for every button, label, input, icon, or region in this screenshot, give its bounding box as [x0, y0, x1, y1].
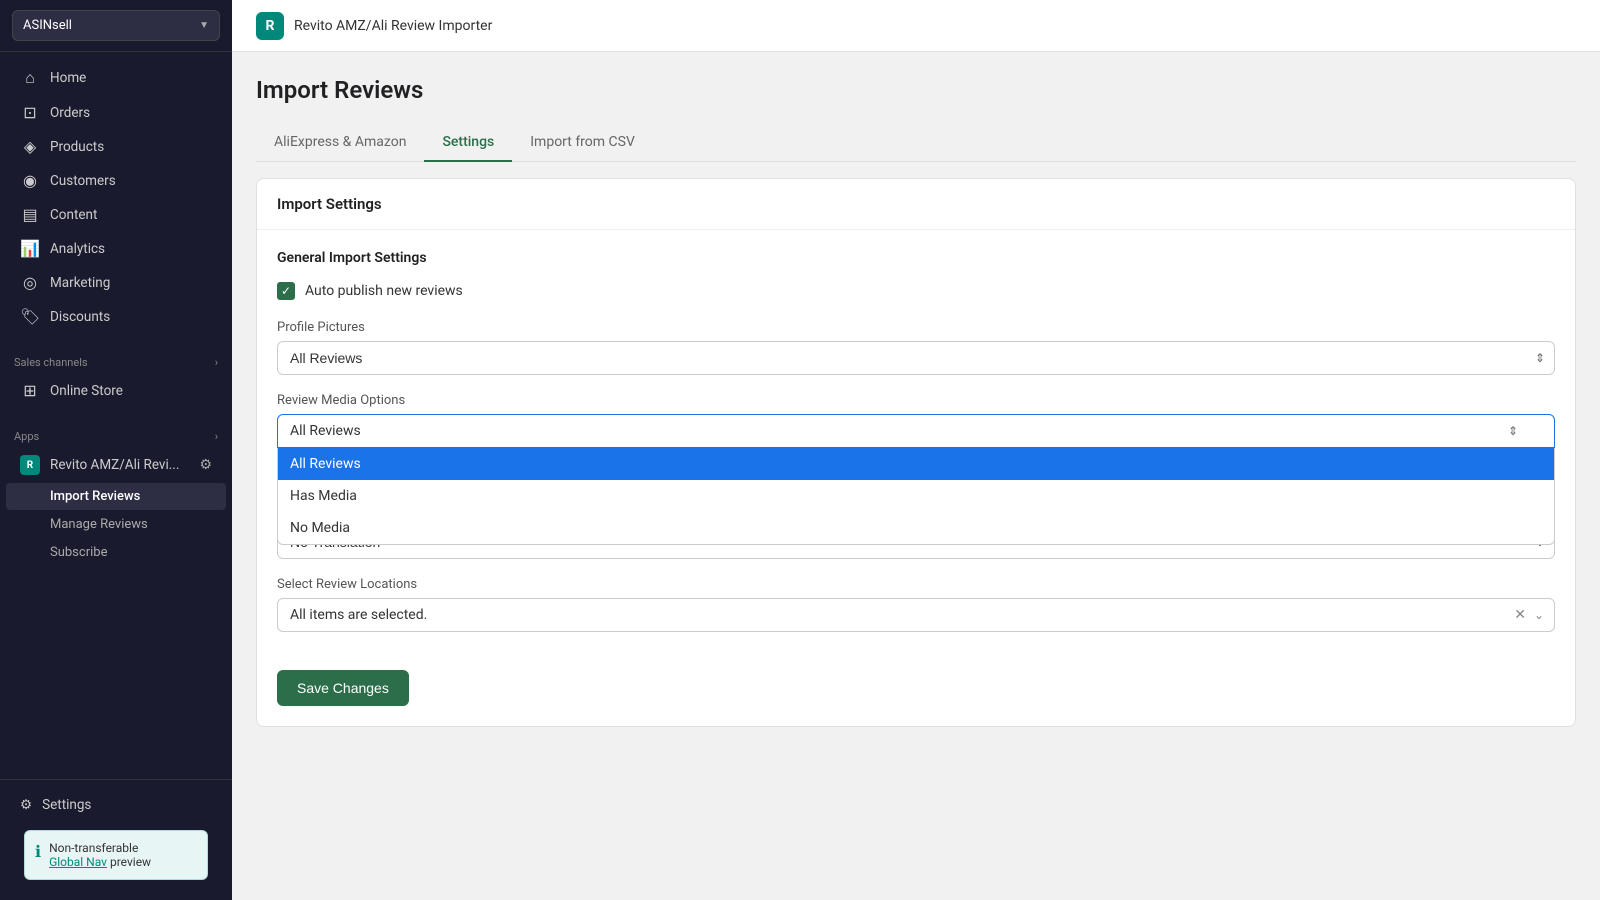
profile-pictures-select-wrapper: All Reviews ⇕	[277, 341, 1555, 375]
page-tabs: AliExpress & Amazon Settings Import from…	[256, 124, 1576, 162]
analytics-icon: 📊	[20, 239, 40, 258]
check-icon: ✓	[281, 285, 291, 297]
dropdown-option-has-media[interactable]: Has Media	[278, 480, 1554, 512]
sidebar-footer: ⚙ Settings ℹ Non-transferable Global Nav…	[0, 779, 232, 900]
orders-icon: ⊡	[20, 103, 40, 122]
sidebar-item-settings[interactable]: ⚙ Settings	[12, 790, 220, 820]
review-locations-select[interactable]: All items are selected. ✕ ⌄	[277, 598, 1555, 632]
nav-customers-label: Customers	[50, 173, 116, 189]
review-locations-label: Select Review Locations	[277, 577, 1555, 592]
dropdown-option-no-media[interactable]: No Media	[278, 512, 1554, 544]
review-media-value: All Reviews	[290, 423, 361, 439]
profile-pictures-select[interactable]: All Reviews	[277, 341, 1555, 375]
info-icon: ℹ	[35, 842, 41, 869]
dropdown-option-all-reviews[interactable]: All Reviews	[278, 448, 1554, 480]
auto-publish-row: ✓ Auto publish new reviews	[277, 282, 1555, 300]
tab-settings[interactable]: Settings	[424, 124, 512, 162]
sidebar-item-import-reviews[interactable]: Import Reviews	[6, 483, 226, 510]
profile-pictures-group: Profile Pictures All Reviews ⇕	[277, 320, 1555, 375]
nav-discounts-label: Discounts	[50, 309, 110, 325]
nav-orders-label: Orders	[50, 105, 90, 121]
nav-content-label: Content	[50, 207, 97, 223]
review-media-dropdown: All Reviews ⇕ All Reviews Has Media No M…	[277, 414, 1555, 448]
sidebar-item-marketing[interactable]: ◎ Marketing	[6, 266, 226, 299]
revito-app-icon: R	[20, 455, 40, 475]
online-store-icon: ⊞	[20, 381, 40, 400]
sidebar-item-subscribe[interactable]: Subscribe	[6, 539, 226, 566]
profile-pictures-label: Profile Pictures	[277, 320, 1555, 335]
revito-app-settings-icon[interactable]: ⚙	[199, 457, 212, 473]
customers-icon: ◉	[20, 171, 40, 190]
apps-chevron-icon: ›	[215, 430, 218, 443]
apps-section: Apps › R Revito AMZ/Ali Revi... ⚙ Import…	[0, 416, 232, 575]
sales-channels-label: Sales channels	[14, 356, 88, 369]
settings-label: Settings	[42, 797, 91, 813]
card-title: Import Settings	[277, 195, 1555, 213]
review-media-label: Review Media Options	[277, 393, 1555, 408]
review-media-dropdown-list: All Reviews Has Media No Media	[277, 448, 1555, 545]
revito-app-label: Revito AMZ/Ali Revi...	[50, 457, 179, 473]
sales-channels-section: Sales channels › ⊞ Online Store	[0, 342, 232, 416]
apps-label: Apps	[14, 430, 39, 443]
banner-suffix: preview	[107, 855, 151, 869]
store-chevron-icon: ▼	[199, 20, 209, 31]
store-selector[interactable]: ASINsell ▼	[12, 10, 220, 41]
location-clear-icon[interactable]: ✕	[1514, 607, 1526, 623]
global-nav-banner: ℹ Non-transferable Global Nav preview	[24, 830, 208, 880]
app-logo: R	[256, 12, 284, 40]
location-value: All items are selected.	[290, 607, 427, 623]
banner-text: Non-transferable	[49, 841, 138, 855]
app-sub-nav: Import Reviews Manage Reviews Subscribe	[0, 483, 232, 566]
review-media-arrow-icon: ⇕	[1508, 424, 1518, 438]
sidebar-item-discounts[interactable]: 🏷 Discounts	[6, 300, 226, 333]
main-content: R Revito AMZ/Ali Review Importer Import …	[232, 0, 1600, 900]
save-changes-button[interactable]: Save Changes	[277, 670, 409, 706]
nav-analytics-label: Analytics	[50, 241, 105, 257]
home-icon: ⌂	[20, 68, 40, 88]
nav-home-label: Home	[50, 70, 86, 86]
page-title: Import Reviews	[256, 76, 1576, 104]
tab-aliexpress-amazon[interactable]: AliExpress & Amazon	[256, 124, 424, 162]
sidebar-item-orders[interactable]: ⊡ Orders	[6, 96, 226, 129]
revito-app-parent: R Revito AMZ/Ali Revi... ⚙	[6, 448, 226, 482]
sidebar-item-online-store[interactable]: ⊞ Online Store	[6, 374, 226, 407]
sidebar-header: ASINsell ▼	[0, 0, 232, 52]
main-nav: ⌂ Home ⊡ Orders ◈ Products ◉ Customers ▤…	[0, 52, 232, 342]
sidebar-item-content[interactable]: ▤ Content	[6, 198, 226, 231]
page-content-area: Import Reviews AliExpress & Amazon Setti…	[232, 52, 1600, 900]
sales-channels-chevron-icon: ›	[215, 356, 218, 369]
marketing-icon: ◎	[20, 273, 40, 292]
sidebar-item-home[interactable]: ⌂ Home	[6, 61, 226, 95]
app-topbar-title: Revito AMZ/Ali Review Importer	[294, 18, 492, 34]
card-header: Import Settings	[257, 179, 1575, 230]
settings-icon: ⚙	[20, 797, 32, 813]
nav-products-label: Products	[50, 139, 104, 155]
sidebar-item-manage-reviews[interactable]: Manage Reviews	[6, 511, 226, 538]
review-media-group: Review Media Options All Reviews ⇕ All R…	[277, 393, 1555, 448]
sidebar-item-customers[interactable]: ◉ Customers	[6, 164, 226, 197]
auto-publish-label: Auto publish new reviews	[305, 283, 463, 299]
sidebar-item-analytics[interactable]: 📊 Analytics	[6, 232, 226, 265]
app-topbar: R Revito AMZ/Ali Review Importer	[232, 0, 1600, 52]
import-settings-card: Import Settings General Import Settings …	[256, 178, 1576, 727]
review-locations-group: Select Review Locations All items are se…	[277, 577, 1555, 632]
content-icon: ▤	[20, 205, 40, 224]
card-body: General Import Settings ✓ Auto publish n…	[257, 230, 1575, 726]
sidebar: ASINsell ▼ ⌂ Home ⊡ Orders ◈ Products ◉ …	[0, 0, 232, 900]
discounts-icon: 🏷	[20, 307, 40, 326]
location-chevron-icon[interactable]: ⌄	[1534, 608, 1544, 622]
tab-import-csv[interactable]: Import from CSV	[512, 124, 653, 162]
nav-online-store-label: Online Store	[50, 383, 123, 399]
general-section-title: General Import Settings	[277, 250, 1555, 266]
location-actions: ✕ ⌄	[1514, 607, 1544, 623]
auto-publish-checkbox[interactable]: ✓	[277, 282, 295, 300]
nav-marketing-label: Marketing	[50, 275, 110, 291]
global-nav-link[interactable]: Global Nav	[49, 855, 107, 869]
review-media-trigger[interactable]: All Reviews ⇕	[277, 414, 1555, 448]
products-icon: ◈	[20, 137, 40, 156]
store-name: ASINsell	[23, 18, 72, 33]
sidebar-item-products[interactable]: ◈ Products	[6, 130, 226, 163]
